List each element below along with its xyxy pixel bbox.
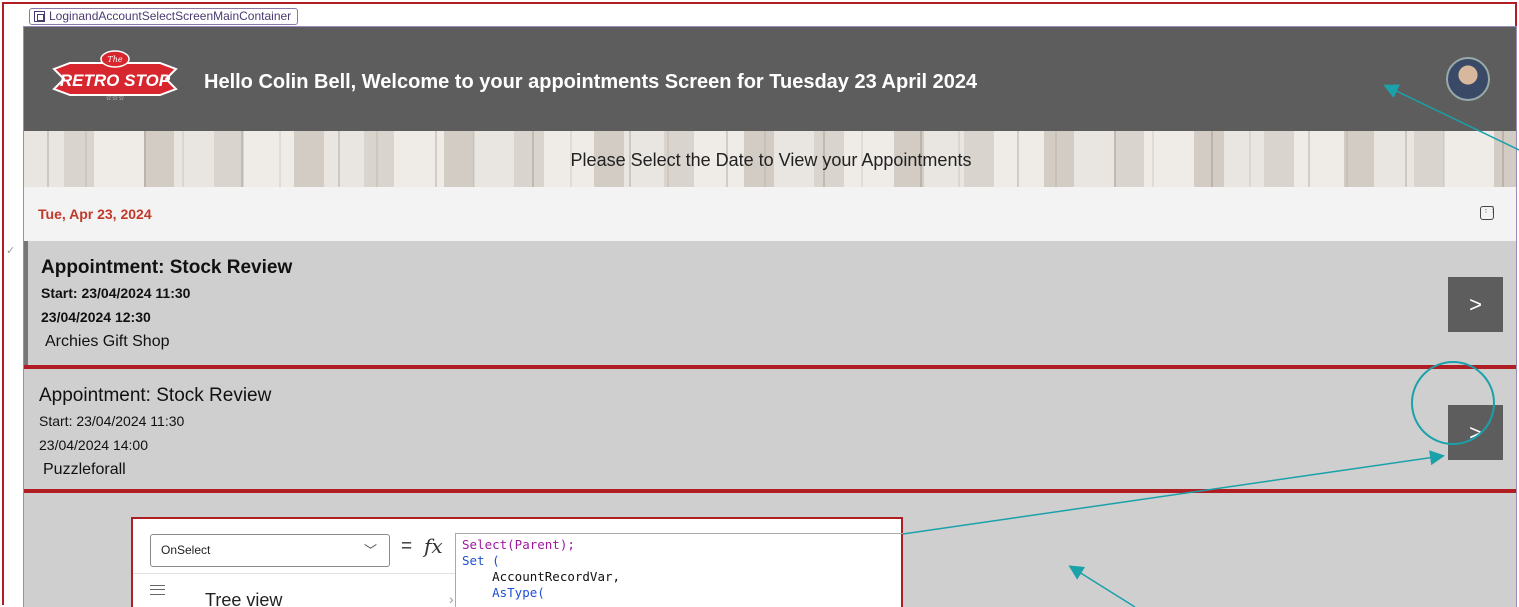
chevron-down-icon: ﹀ (363, 543, 377, 558)
fx-icon: fx (424, 534, 443, 558)
appointment-end: 23/04/2024 12:30 (41, 309, 151, 325)
user-avatar-icon[interactable] (1446, 57, 1490, 101)
formula-panel: OnSelect ﹀ = fx Select(Parent); Set ( Ac… (131, 517, 903, 607)
chevron-right-icon[interactable]: > (1448, 277, 1503, 332)
logo-main-text: RETRO STOP (60, 71, 171, 90)
formula-line: AsType( (462, 585, 545, 600)
appointment-divider (24, 489, 1516, 493)
formula-line: Select(Parent); (462, 537, 575, 552)
appointment-title: Appointment: Stock Review (41, 257, 293, 278)
formula-editor[interactable]: Select(Parent); Set ( AccountRecordVar, … (455, 533, 903, 607)
formula-line: Set ( (462, 553, 500, 568)
appointment-item[interactable]: Appointment: Stock Review Start: 23/04/2… (24, 369, 1516, 493)
property-dropdown-value: OnSelect (161, 543, 211, 557)
header-bar: The RETRO STOP ☆☆☆ Hello Colin Bell, Wel… (24, 27, 1516, 131)
container-label[interactable]: LoginandAccountSelectScreenMainContainer (29, 8, 299, 25)
appointment-title: Appointment: Stock Review (39, 385, 272, 406)
calendar-icon[interactable] (1480, 205, 1496, 220)
container-icon (34, 11, 45, 22)
appointment-store: Archies Gift Shop (45, 333, 170, 350)
logo-small-text: The (107, 55, 122, 64)
tree-view-heading: Tree view (205, 590, 283, 607)
formula-line: AccountRecordVar, (462, 569, 621, 584)
date-prompt-banner: Please Select the Date to View your Appo… (24, 131, 1516, 187)
hamburger-menu-icon[interactable] (150, 585, 165, 595)
retro-stop-logo: The RETRO STOP ☆☆☆ (52, 50, 178, 102)
appointment-item[interactable]: Appointment: Stock Review Start: 23/04/2… (24, 241, 1516, 365)
date-picker[interactable]: Tue, Apr 23, 2024 (24, 187, 1516, 241)
check-mark-icon: ✓ (6, 245, 16, 257)
welcome-heading: Hello Colin Bell, Welcome to your appoin… (204, 71, 978, 93)
appointment-end: 23/04/2024 14:00 (39, 437, 148, 453)
panel-divider (133, 573, 455, 574)
date-prompt-text: Please Select the Date to View your Appo… (570, 150, 972, 170)
container-label-text: LoginandAccountSelectScreenMainContainer (49, 9, 292, 23)
date-picker-value: Tue, Apr 23, 2024 (38, 206, 152, 222)
highlight-circle (1411, 361, 1495, 445)
appointment-start: Start: 23/04/2024 11:30 (41, 285, 191, 301)
chevron-right-icon[interactable]: › (449, 591, 454, 607)
appointment-start: Start: 23/04/2024 11:30 (39, 413, 185, 429)
property-dropdown[interactable]: OnSelect ﹀ (150, 534, 390, 567)
equals-sign: = (401, 536, 413, 557)
appointment-store: Puzzleforall (43, 461, 126, 478)
chevron-label: > (1469, 291, 1482, 317)
svg-text:☆☆☆: ☆☆☆ (106, 94, 125, 102)
screenshot-stage: LoginandAccountSelectScreenMainContainer… (0, 0, 1519, 607)
